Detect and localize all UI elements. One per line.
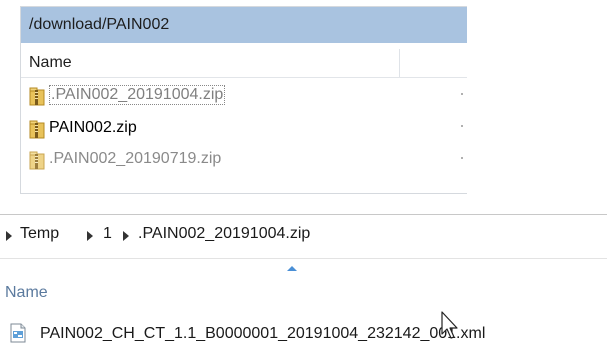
breadcrumb-arrow-icon[interactable] bbox=[87, 231, 93, 241]
file-name: .PAIN002_20191004.zip bbox=[49, 85, 226, 105]
header-divider bbox=[0, 258, 607, 259]
zip-folder-icon bbox=[29, 87, 45, 106]
path-bar[interactable]: /download/PAIN002 bbox=[21, 7, 467, 43]
path-text: /download/PAIN002 bbox=[29, 16, 170, 33]
name-column-header[interactable]: Name bbox=[5, 284, 48, 302]
file-name: PAIN002.zip bbox=[49, 119, 137, 136]
breadcrumb-item-1[interactable]: 1 bbox=[103, 225, 112, 243]
file-row[interactable]: .PAIN002_20190719.zip bbox=[29, 149, 409, 171]
column-header-row: Name bbox=[21, 49, 467, 78]
file-row[interactable]: .PAIN002_20191004.zip bbox=[29, 85, 409, 107]
file-row[interactable]: PAIN002.zip bbox=[29, 118, 409, 140]
column-separator[interactable] bbox=[399, 49, 400, 77]
breadcrumb-item-temp[interactable]: Temp bbox=[20, 225, 59, 243]
name-column-header[interactable]: Name bbox=[29, 54, 72, 72]
xml-file-icon bbox=[10, 323, 26, 343]
zip-folder-icon bbox=[29, 120, 45, 139]
column-tick bbox=[461, 157, 463, 159]
archive-browser-pane: /download/PAIN002 Name .PAIN002_20191004… bbox=[20, 6, 467, 194]
pane-divider bbox=[0, 214, 607, 215]
breadcrumb-item-zip[interactable]: .PAIN002_20191004.zip bbox=[138, 225, 310, 243]
sort-ascending-icon bbox=[287, 266, 297, 271]
breadcrumb[interactable]: Temp 1 .PAIN002_20191004.zip bbox=[0, 225, 607, 249]
column-tick bbox=[461, 93, 463, 95]
file-row[interactable]: PAIN002_CH_CT_1.1_B0000001_20191004_2321… bbox=[10, 323, 600, 345]
file-name: .PAIN002_20190719.zip bbox=[49, 150, 222, 167]
breadcrumb-arrow-icon[interactable] bbox=[123, 231, 129, 241]
breadcrumb-arrow-icon[interactable] bbox=[6, 231, 12, 241]
file-name: PAIN002_CH_CT_1.1_B0000001_20191004_2321… bbox=[40, 325, 486, 342]
zip-folder-icon bbox=[29, 151, 45, 170]
mouse-pointer-icon bbox=[441, 311, 458, 339]
column-tick bbox=[461, 125, 463, 127]
